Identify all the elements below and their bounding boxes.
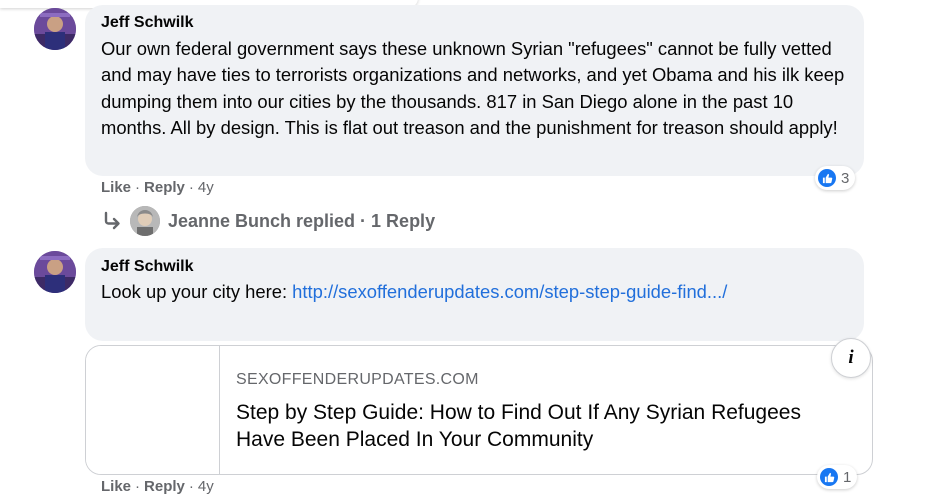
comment-actions: Like · Reply · 4y	[101, 478, 214, 495]
replier-avatar	[130, 206, 160, 236]
replies-summary-text[interactable]: Jeanne Bunch replied · 1 Reply	[168, 211, 435, 232]
reply-arrow-icon	[104, 211, 120, 230]
comment-text-prefix: Look up your city here:	[101, 281, 293, 302]
like-icon	[820, 468, 838, 486]
comment-author[interactable]: Jeff Schwilk	[101, 14, 193, 32]
link-preview-domain: SEXOFFENDERUPDATES.COM	[236, 371, 479, 388]
comment-text: Our own federal government says these un…	[101, 38, 845, 138]
reaction-count[interactable]: 3	[815, 166, 856, 190]
link-preview-title[interactable]: Step by Step Guide: How to Find Out If A…	[236, 399, 836, 453]
comment-actions: Like · Reply · 4y	[101, 179, 214, 196]
view-replies-link[interactable]: Jeanne Bunch replied · 1 Reply	[100, 206, 435, 236]
info-icon[interactable]: i	[831, 338, 871, 378]
reply-button[interactable]: Reply	[144, 179, 185, 196]
comment-author[interactable]: Jeff Schwilk	[101, 258, 193, 276]
avatar[interactable]	[34, 8, 76, 50]
reaction-count[interactable]: 1	[817, 465, 858, 489]
reply-button[interactable]: Reply	[144, 478, 185, 495]
like-button[interactable]: Like	[101, 179, 131, 196]
link-preview-card[interactable]: SEXOFFENDERUPDATES.COM Step by Step Guid…	[85, 345, 873, 475]
reaction-count-value: 1	[843, 468, 852, 486]
link-preview-thumbnail[interactable]	[86, 346, 220, 474]
comment-age[interactable]: 4y	[198, 478, 214, 495]
comment-link[interactable]: http://sexoffenderupdates.com/step-step-…	[292, 281, 727, 302]
comment-text: Look up your city here: http://sexoffend…	[101, 279, 841, 305]
like-button[interactable]: Like	[101, 478, 131, 495]
avatar[interactable]	[34, 251, 76, 293]
reaction-count-value: 3	[841, 169, 850, 187]
comment-age[interactable]: 4y	[198, 179, 214, 196]
like-icon	[818, 169, 836, 187]
